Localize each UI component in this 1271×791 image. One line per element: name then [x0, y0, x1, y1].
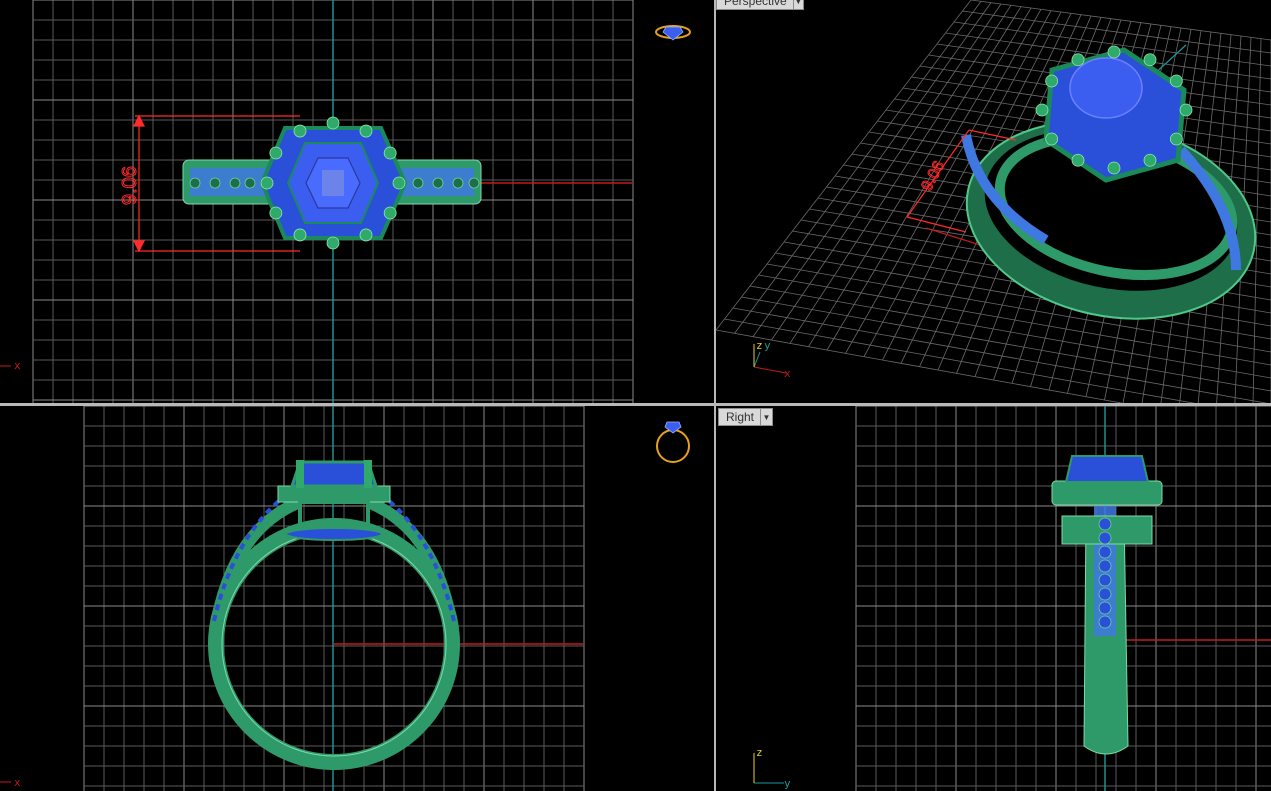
band-stone	[229, 177, 241, 189]
right-axis-y-label: y	[784, 777, 791, 790]
grid-line	[724, 318, 1196, 403]
prong	[326, 236, 340, 250]
top-view-canvas[interactable]: 9.06 x	[0, 0, 714, 403]
prong	[1169, 132, 1183, 146]
prong	[1179, 103, 1193, 117]
perspective-axis-x-label: x	[784, 367, 791, 380]
dropdown-arrow-icon[interactable]: ▼	[760, 409, 772, 425]
prong	[1045, 74, 1059, 88]
grid-line	[970, 0, 1271, 41]
band-stone	[209, 177, 221, 189]
band-stone	[189, 177, 201, 189]
shank-stone	[1098, 587, 1112, 601]
viewport-title-right[interactable]: Right ▼	[718, 408, 773, 426]
shank-stone	[1098, 517, 1112, 531]
prong	[1071, 53, 1085, 67]
prong	[359, 124, 373, 138]
prong	[326, 116, 340, 130]
right-view-canvas[interactable]: z y	[716, 406, 1271, 791]
prong	[269, 146, 283, 160]
prong	[293, 228, 307, 242]
prong	[1169, 74, 1183, 88]
dropdown-arrow-icon[interactable]: ▼	[792, 0, 803, 9]
prong	[260, 176, 274, 190]
prong	[383, 146, 397, 160]
prong	[383, 206, 397, 220]
front-view-canvas[interactable]: x	[0, 406, 714, 791]
shank-stone	[1098, 601, 1112, 615]
right-grid	[855, 406, 1271, 791]
prong	[359, 228, 373, 242]
prong	[1107, 45, 1121, 59]
right-axis-z-label: z	[756, 746, 763, 759]
prong	[1045, 132, 1059, 146]
shank-stone	[1098, 559, 1112, 573]
band-stone	[412, 177, 424, 189]
prong	[1107, 161, 1121, 175]
right-tab-label: Right	[726, 410, 755, 424]
perspective-axis-widget: z y x	[753, 339, 791, 380]
band-stone	[452, 177, 464, 189]
perspective-tab-label: Perspective	[724, 0, 787, 8]
perspective-view-canvas[interactable]: 9.06 z y x	[716, 0, 1271, 403]
prong	[293, 124, 307, 138]
top-axis-x-label: x	[14, 359, 21, 372]
top-dimension-value: 9.06	[119, 166, 141, 205]
viewport-front[interactable]: x	[0, 406, 714, 791]
viewport-right[interactable]: z y Right ▼	[716, 406, 1271, 791]
viewport-top[interactable]: 9.06 x	[0, 0, 714, 403]
right-ring-model[interactable]	[1051, 455, 1163, 755]
band-stone	[432, 177, 444, 189]
shank-stone	[1098, 545, 1112, 559]
prong	[1143, 153, 1157, 167]
front-axis-x-label: x	[14, 776, 21, 789]
shank-stone	[1098, 573, 1112, 587]
prong	[1035, 103, 1049, 117]
viewport-perspective[interactable]: 9.06 z y x Perspective ▼	[716, 0, 1271, 403]
prong	[1071, 153, 1085, 167]
viewport-divider-horizontal[interactable]	[0, 403, 1271, 406]
front-ring-model[interactable]	[208, 460, 460, 770]
shank-stone	[1098, 615, 1112, 629]
viewport-title-perspective[interactable]: Perspective ▼	[716, 0, 804, 10]
ring-front-icon	[656, 421, 690, 463]
band-stone	[468, 177, 480, 189]
prong	[269, 206, 283, 220]
ring-top-icon	[655, 25, 691, 41]
right-axis-widget: z y	[753, 746, 791, 790]
band-stone	[244, 177, 256, 189]
viewport-divider-vertical[interactable]	[714, 0, 716, 791]
perspective-ring-model[interactable]	[948, 45, 1271, 344]
perspective-axis-y-label: y	[764, 339, 771, 352]
prong	[1143, 53, 1157, 67]
grid-line	[716, 329, 1124, 403]
perspective-axis-z-label: z	[756, 339, 763, 352]
shank-stone	[1098, 531, 1112, 545]
top-ring-model[interactable]	[182, 116, 482, 250]
prong	[392, 176, 406, 190]
